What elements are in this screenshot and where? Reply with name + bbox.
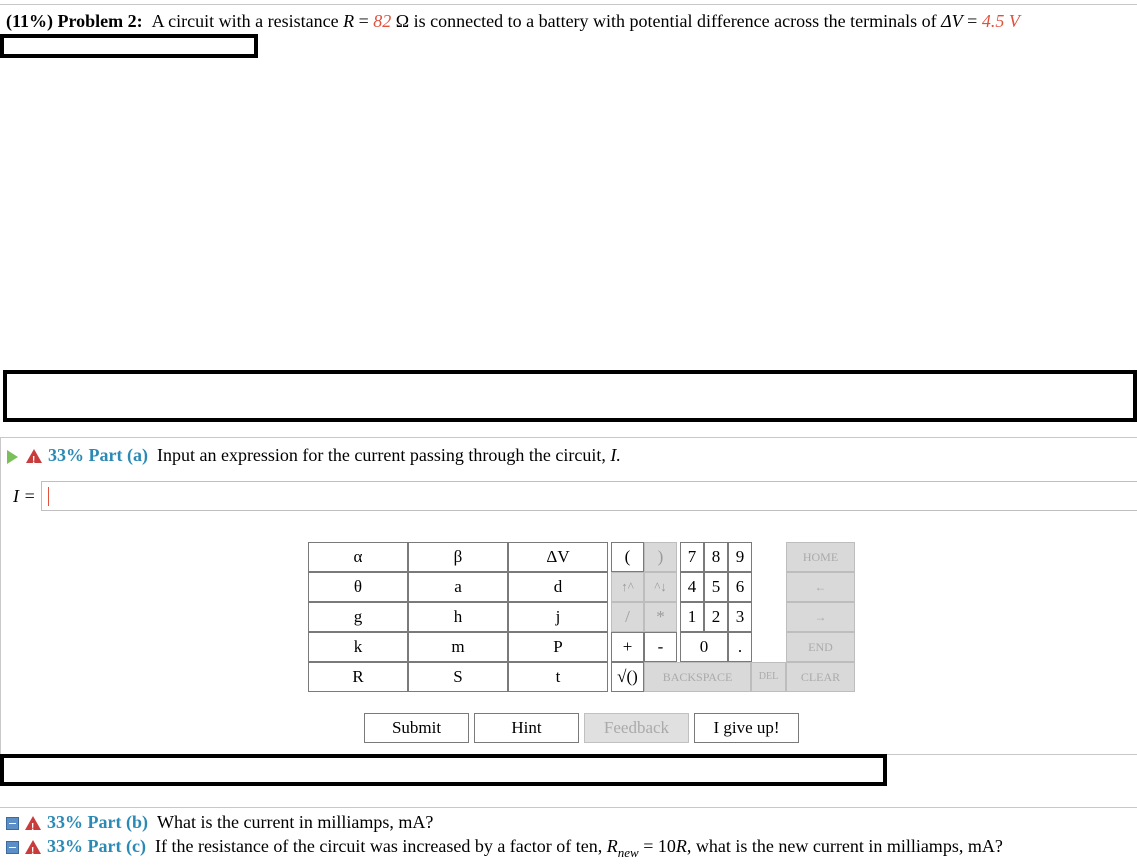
key-7[interactable]: 7 xyxy=(680,542,704,572)
key-plus[interactable]: + xyxy=(611,632,644,662)
key-s[interactable]: S xyxy=(408,662,508,692)
part-b-question: What is the current in milliamps, mA? xyxy=(156,812,434,832)
key-alpha[interactable]: α xyxy=(308,542,408,572)
part-c-equation: = 10 xyxy=(643,836,676,856)
key-down[interactable]: ^↓ xyxy=(644,572,677,602)
answer-label: I = xyxy=(13,486,36,506)
key-multiply[interactable]: * xyxy=(644,602,677,632)
resistance-value: 82 xyxy=(373,11,392,31)
key-6[interactable]: 6 xyxy=(728,572,752,602)
answer-input[interactable] xyxy=(41,481,1137,511)
key-k[interactable]: k xyxy=(308,632,408,662)
part-c-r-symbol: R xyxy=(675,836,687,856)
feedback-button[interactable]: Feedback xyxy=(584,713,689,743)
part-a-label: 33% Part (a) xyxy=(48,445,148,465)
key-1[interactable]: 1 xyxy=(680,602,704,632)
part-c-question-end: , what is the new current in milliamps, … xyxy=(686,836,1003,856)
warning-icon xyxy=(25,815,41,839)
key-3[interactable]: 3 xyxy=(728,602,752,632)
part-a-question: Input an expression for the current pass… xyxy=(156,445,606,465)
r-new-symbol: R xyxy=(606,836,618,856)
key-a[interactable]: a xyxy=(408,572,508,602)
part-c-header[interactable]: 33% Part (c) If the resistance of the ci… xyxy=(6,835,1003,864)
equals-sign-2: = xyxy=(967,11,978,31)
key-delta-v[interactable]: ΔV xyxy=(508,542,608,572)
problem-weight: (11%) xyxy=(6,11,53,31)
key-clear[interactable]: CLEAR xyxy=(786,662,855,692)
key-9[interactable]: 9 xyxy=(728,542,752,572)
problem-text: A circuit with a resistance xyxy=(151,11,339,31)
part-c-label: 33% Part (c) xyxy=(47,836,146,856)
problem-text-2: Ω is connected to a battery with potenti… xyxy=(395,11,937,31)
key-h[interactable]: h xyxy=(408,602,508,632)
key-minus[interactable]: - xyxy=(644,632,677,662)
key-end[interactable]: END xyxy=(786,632,855,662)
part-a-panel: 33% Part (a) Input an expression for the… xyxy=(0,437,1137,755)
voltage-value: 4.5 V xyxy=(981,11,1020,31)
key-m[interactable]: m xyxy=(408,632,508,662)
collapsed-parts: 33% Part (b) What is the current in mill… xyxy=(0,807,1137,868)
part-a-header[interactable]: 33% Part (a) Input an expression for the… xyxy=(7,444,621,472)
part-b-label: 33% Part (b) xyxy=(47,812,148,832)
submit-button[interactable]: Submit xyxy=(364,713,469,743)
key-2[interactable]: 2 xyxy=(704,602,728,632)
problem-statement: (11%) Problem 2: A circuit with a resist… xyxy=(0,4,1137,36)
key-theta[interactable]: θ xyxy=(308,572,408,602)
key-r[interactable]: R xyxy=(308,662,408,692)
key-decimal[interactable]: . xyxy=(728,632,752,662)
key-j[interactable]: j xyxy=(508,602,608,632)
part-c-question: If the resistance of the circuit was inc… xyxy=(154,836,603,856)
key-sqrt[interactable]: √() xyxy=(611,662,644,692)
key-home[interactable]: HOME xyxy=(786,542,855,572)
warning-icon xyxy=(25,839,41,863)
redaction-box-1 xyxy=(0,34,258,58)
keypad: α β ΔV θ a d g h j k m P R S t ( ) ↑^ ^↓… xyxy=(308,542,855,693)
part-b-header[interactable]: 33% Part (b) What is the current in mill… xyxy=(6,811,434,839)
problem-title: Problem 2: xyxy=(57,11,143,31)
key-4[interactable]: 4 xyxy=(680,572,704,602)
key-open-paren[interactable]: ( xyxy=(611,542,644,572)
voltage-symbol: ΔV xyxy=(941,11,963,31)
warning-icon xyxy=(26,448,42,472)
key-p[interactable]: P xyxy=(508,632,608,662)
key-right-arrow[interactable]: → xyxy=(786,602,855,632)
key-d[interactable]: d xyxy=(508,572,608,602)
key-del[interactable]: DEL xyxy=(751,662,786,692)
key-5[interactable]: 5 xyxy=(704,572,728,602)
key-0[interactable]: 0 xyxy=(680,632,728,662)
text-caret xyxy=(48,487,49,506)
resistance-symbol: R xyxy=(343,11,355,31)
key-backspace[interactable]: BACKSPACE xyxy=(644,662,751,692)
key-t[interactable]: t xyxy=(508,662,608,692)
key-8[interactable]: 8 xyxy=(704,542,728,572)
redaction-box-3 xyxy=(0,754,887,786)
redaction-box-2 xyxy=(3,370,1137,422)
r-new-subscript: new xyxy=(617,845,639,860)
part-a-variable: I. xyxy=(610,445,621,465)
collapse-icon[interactable] xyxy=(6,817,19,831)
key-divide[interactable]: / xyxy=(611,602,644,632)
give-up-button[interactable]: I give up! xyxy=(694,713,799,743)
equals-sign: = xyxy=(358,11,369,31)
key-left-arrow[interactable]: ← xyxy=(786,572,855,602)
key-up[interactable]: ↑^ xyxy=(611,572,644,602)
key-beta[interactable]: β xyxy=(408,542,508,572)
expand-icon[interactable] xyxy=(7,449,18,464)
collapse-icon[interactable] xyxy=(6,841,19,855)
key-g[interactable]: g xyxy=(308,602,408,632)
key-close-paren[interactable]: ) xyxy=(644,542,677,572)
hint-button[interactable]: Hint xyxy=(474,713,579,743)
